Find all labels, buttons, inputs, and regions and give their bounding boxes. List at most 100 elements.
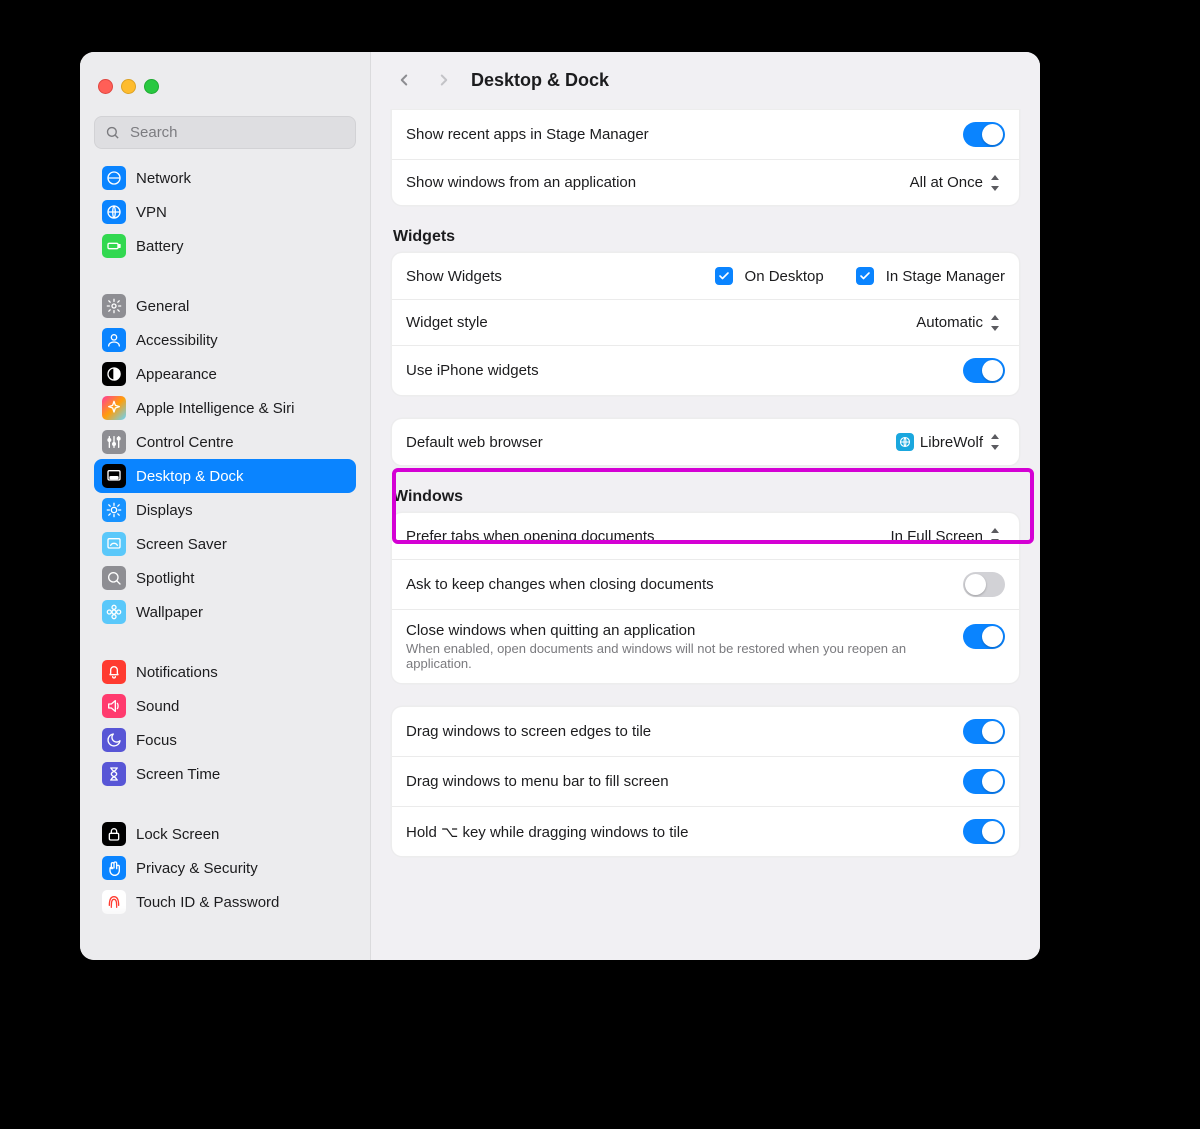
chevron-updown-icon	[989, 175, 1001, 191]
sidebar-item-battery[interactable]: Battery	[94, 229, 356, 263]
lock-icon	[102, 822, 126, 846]
sidebar-item-spotlight[interactable]: Spotlight	[94, 561, 356, 595]
sidebar-item-focus[interactable]: Focus	[94, 723, 356, 757]
sidebar-item-label: Privacy & Security	[136, 860, 258, 877]
flower-icon	[102, 600, 126, 624]
sidebar-item-label: Displays	[136, 502, 193, 519]
sidebar-item-label: Notifications	[136, 664, 218, 681]
sidebar-item-apple-intelligence-siri[interactable]: Apple Intelligence & Siri	[94, 391, 356, 425]
widget-style-popup[interactable]: Automatic	[912, 312, 1005, 333]
sidebar-item-accessibility[interactable]: Accessibility	[94, 323, 356, 357]
default-browser-popup[interactable]: LibreWolf	[892, 431, 1005, 453]
hand-icon	[102, 856, 126, 880]
sidebar-list[interactable]: Network VPN Battery General Accessibilit…	[80, 155, 370, 931]
speaker-icon	[102, 694, 126, 718]
setting-label: Hold ⌥ key while dragging windows to til…	[406, 823, 951, 841]
sidebar: Network VPN Battery General Accessibilit…	[80, 52, 371, 960]
touchid-icon	[102, 890, 126, 914]
sidebar-item-screen-saver[interactable]: Screen Saver	[94, 527, 356, 561]
forward-button[interactable]	[431, 67, 457, 93]
sidebar-item-general[interactable]: General	[94, 289, 356, 323]
sliders-icon	[102, 430, 126, 454]
hourglass-icon	[102, 762, 126, 786]
drag-edges-toggle[interactable]	[963, 719, 1005, 744]
chevron-updown-icon	[989, 528, 1001, 544]
sidebar-item-label: Desktop & Dock	[136, 468, 244, 485]
screensaver-icon	[102, 532, 126, 556]
sidebar-item-vpn[interactable]: VPN	[94, 195, 356, 229]
battery-icon	[102, 234, 126, 258]
default-browser-group: Default web browser LibreWolf	[391, 418, 1020, 466]
window-controls	[80, 52, 370, 108]
sidebar-item-notifications[interactable]: Notifications	[94, 655, 356, 689]
person-icon	[102, 328, 126, 352]
setting-label: Widget style	[406, 314, 900, 331]
stage-manager-group-partial: Show recent apps in Stage Manager Show w…	[391, 109, 1020, 206]
globe-grid-icon	[102, 200, 126, 224]
sidebar-item-screen-time[interactable]: Screen Time	[94, 757, 356, 791]
sidebar-item-label: Screen Saver	[136, 536, 227, 553]
use-iphone-widgets-toggle[interactable]	[963, 358, 1005, 383]
setting-label: Ask to keep changes when closing documen…	[406, 576, 951, 593]
chevron-updown-icon	[989, 434, 1001, 450]
sidebar-item-label: General	[136, 298, 189, 315]
in-stage-manager-checkbox[interactable]	[856, 267, 874, 285]
main-pane: Desktop & Dock Show recent apps in Stage…	[371, 52, 1040, 960]
chevron-updown-icon	[989, 315, 1001, 331]
setting-label: Show windows from an application	[406, 174, 894, 191]
recent-apps-toggle[interactable]	[963, 122, 1005, 147]
hold-option-toggle[interactable]	[963, 819, 1005, 844]
sidebar-item-label: Appearance	[136, 366, 217, 383]
content-scroll[interactable]: Show recent apps in Stage Manager Show w…	[371, 109, 1040, 960]
windows-group-1: Prefer tabs when opening documents In Fu…	[391, 512, 1020, 684]
sidebar-item-label: Sound	[136, 698, 179, 715]
setting-label: Use iPhone widgets	[406, 362, 951, 379]
toolbar: Desktop & Dock	[371, 52, 1040, 109]
checkbox-label: On Desktop	[745, 268, 824, 285]
sidebar-item-sound[interactable]: Sound	[94, 689, 356, 723]
sidebar-item-label: Touch ID & Password	[136, 894, 279, 911]
on-desktop-checkbox[interactable]	[715, 267, 733, 285]
sidebar-item-network[interactable]: Network	[94, 161, 356, 195]
ask-keep-changes-toggle[interactable]	[963, 572, 1005, 597]
sidebar-item-privacy-security[interactable]: Privacy & Security	[94, 851, 356, 885]
sidebar-item-displays[interactable]: Displays	[94, 493, 356, 527]
search-field[interactable]	[94, 116, 356, 149]
windows-group-2: Drag windows to screen edges to tile Dra…	[391, 706, 1020, 857]
setting-subtitle: When enabled, open documents and windows…	[406, 641, 951, 671]
sidebar-item-label: Apple Intelligence & Siri	[136, 400, 294, 417]
sidebar-item-label: Focus	[136, 732, 177, 749]
sidebar-item-lock-screen[interactable]: Lock Screen	[94, 817, 356, 851]
section-heading-windows: Windows	[393, 488, 1018, 506]
sidebar-item-touch-id-password[interactable]: Touch ID & Password	[94, 885, 356, 919]
sun-icon	[102, 498, 126, 522]
librewolf-icon	[896, 433, 914, 451]
section-heading-widgets: Widgets	[393, 228, 1018, 246]
sidebar-item-control-centre[interactable]: Control Centre	[94, 425, 356, 459]
sidebar-item-wallpaper[interactable]: Wallpaper	[94, 595, 356, 629]
sidebar-item-desktop-dock[interactable]: Desktop & Dock	[94, 459, 356, 493]
zoom-window-button[interactable]	[144, 79, 159, 94]
sidebar-item-appearance[interactable]: Appearance	[94, 357, 356, 391]
sidebar-item-label: Screen Time	[136, 766, 220, 783]
sidebar-item-label: Wallpaper	[136, 604, 203, 621]
gear-icon	[102, 294, 126, 318]
prefer-tabs-popup[interactable]: In Full Screen	[886, 526, 1005, 547]
sidebar-item-label: VPN	[136, 204, 167, 221]
back-button[interactable]	[391, 67, 417, 93]
sidebar-item-label: Battery	[136, 238, 184, 255]
close-window-button[interactable]	[98, 79, 113, 94]
system-settings-window: Network VPN Battery General Accessibilit…	[80, 52, 1040, 960]
sparkle-icon	[102, 396, 126, 420]
close-windows-quit-toggle[interactable]	[963, 624, 1005, 649]
setting-label: Close windows when quitting an applicati…	[406, 622, 951, 671]
page-title: Desktop & Dock	[471, 70, 609, 91]
minimize-window-button[interactable]	[121, 79, 136, 94]
show-windows-from-popup[interactable]: All at Once	[906, 172, 1005, 193]
setting-label: Default web browser	[406, 434, 880, 451]
setting-label: Show recent apps in Stage Manager	[406, 126, 951, 143]
search-input[interactable]	[128, 123, 345, 142]
setting-label: Show Widgets	[406, 268, 703, 285]
moon-icon	[102, 728, 126, 752]
drag-menubar-toggle[interactable]	[963, 769, 1005, 794]
